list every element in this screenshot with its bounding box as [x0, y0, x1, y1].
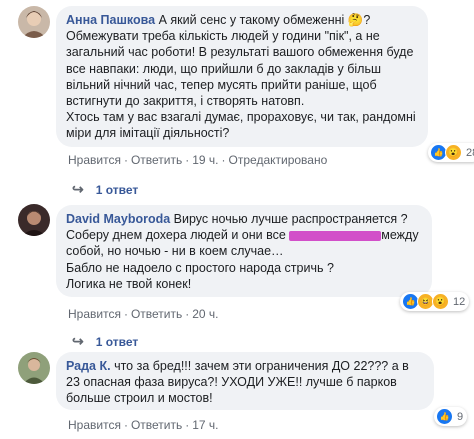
avatar[interactable] — [18, 6, 50, 38]
comment-actions: Нравится · Ответить · 20 ч. — [68, 307, 219, 321]
like-link[interactable]: Нравится — [68, 153, 121, 167]
view-replies-link[interactable]: ↪ 1 ответ — [72, 181, 138, 198]
timestamp[interactable]: 19 ч. — [192, 153, 218, 167]
timestamp[interactable]: 20 ч. — [192, 307, 218, 321]
reply-link[interactable]: Ответить — [131, 418, 182, 432]
reaction-summary[interactable]: 👍 9 — [434, 407, 468, 426]
comment-author[interactable]: David Mayboroda — [66, 212, 170, 226]
like-link[interactable]: Нравится — [68, 307, 121, 321]
comment-text: А який сенс у такому обмеженні 🤔? Обмежу… — [66, 13, 416, 141]
avatar-photo — [18, 6, 50, 38]
wow-icon: 😮 — [445, 144, 462, 161]
edited-label: Отредактировано — [228, 153, 328, 167]
comment-bubble: Анна Пашкова А який сенс у такому обмеже… — [56, 6, 428, 147]
avatar[interactable] — [18, 204, 50, 236]
reaction-count: 12 — [453, 295, 466, 308]
comment-text: что за бред!!! зачем эти ограничения ДО … — [66, 359, 413, 406]
reaction-count: 28 — [466, 146, 474, 159]
comment-bubble: Рада К. что за бред!!! зачем эти огранич… — [56, 352, 434, 410]
view-replies-link[interactable]: ↪ 1 ответ — [72, 333, 138, 350]
reply-link[interactable]: Ответить — [131, 153, 182, 167]
reaction-count: 9 — [457, 410, 464, 423]
like-icon: 👍 — [436, 408, 453, 425]
redaction-mark — [289, 230, 382, 241]
comment-actions: Нравится · Ответить · 19 ч. · Отредактировано — [68, 153, 328, 167]
replies-count: 1 ответ — [95, 182, 139, 197]
timestamp[interactable]: 17 ч. — [192, 418, 218, 432]
comment-actions: Нравится · Ответить · 17 ч. — [68, 418, 219, 432]
replies-count: 1 ответ — [95, 334, 139, 349]
avatar-photo — [18, 352, 50, 384]
wow-icon: 😮 — [432, 293, 449, 310]
comment-author[interactable]: Анна Пашкова — [66, 13, 155, 27]
comment-author[interactable]: Рада К. — [66, 359, 111, 373]
reply-arrow-icon: ↪ — [72, 333, 84, 349]
reaction-summary[interactable]: 👍 😮 28 — [428, 143, 474, 162]
reply-link[interactable]: Ответить — [131, 307, 182, 321]
avatar-photo — [18, 204, 50, 236]
comment-bubble: David Mayboroda Вирус ночью лучше распро… — [56, 205, 432, 297]
avatar[interactable] — [18, 352, 50, 384]
reaction-summary[interactable]: 👍 😆 😮 12 — [400, 292, 470, 311]
reply-arrow-icon: ↪ — [72, 181, 84, 197]
like-link[interactable]: Нравится — [68, 418, 121, 432]
